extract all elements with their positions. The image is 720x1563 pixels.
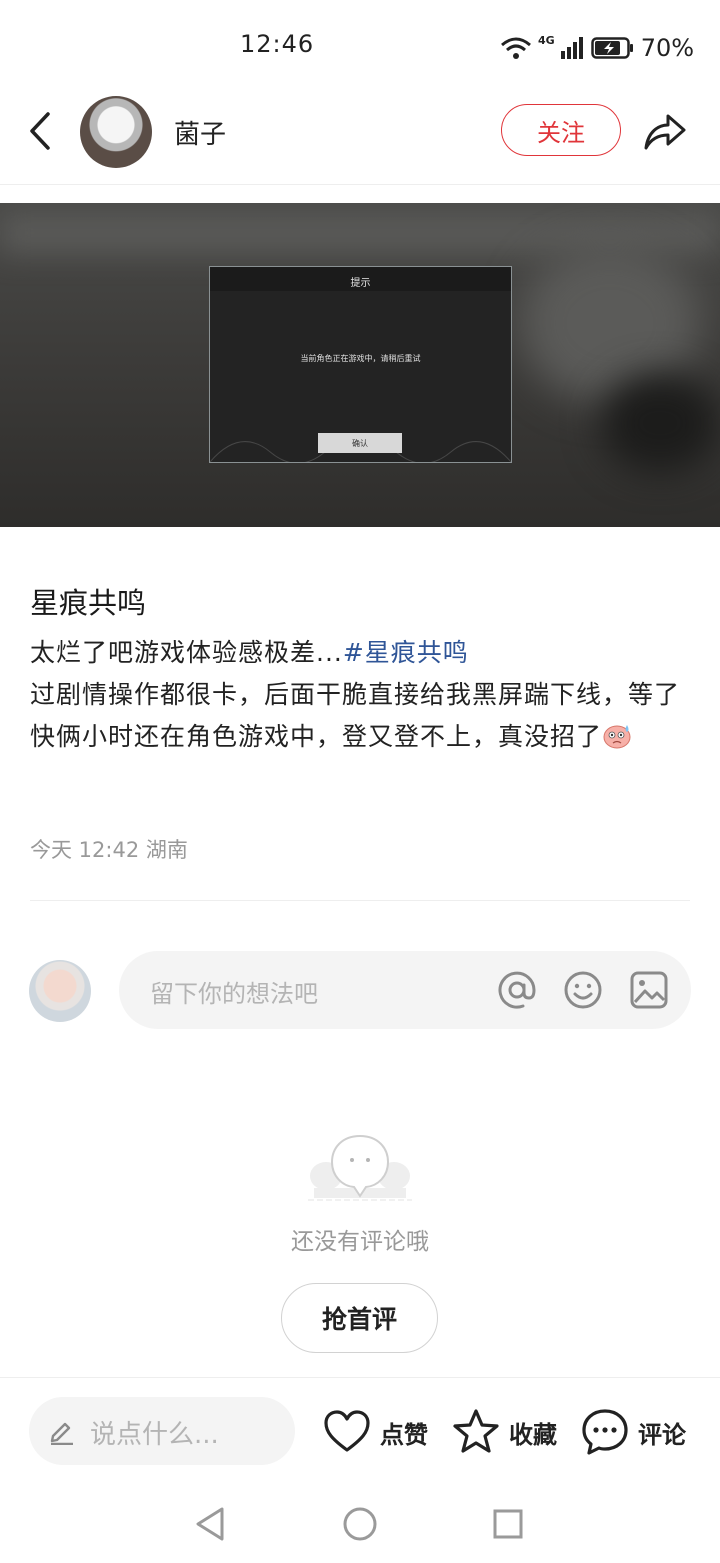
signal-icon — [560, 37, 583, 59]
image-icon — [630, 971, 668, 1009]
like-button[interactable]: 点赞 — [322, 1404, 428, 1460]
star-icon — [453, 1409, 499, 1453]
post-body: 太烂了吧游戏体验感极差...#星痕共鸣 过剧情操作都很卡，后面干脆直接给我黑屏踹… — [30, 632, 700, 758]
chevron-left-icon — [30, 112, 50, 150]
circle-home-icon — [343, 1507, 377, 1541]
square-recents-icon — [493, 1509, 523, 1539]
content-divider — [30, 900, 690, 901]
author-name[interactable]: 菌子 — [174, 114, 226, 151]
header-divider — [0, 184, 720, 185]
post-body-intro: 太烂了吧游戏体验感极差... — [30, 638, 343, 667]
network-type: 4G — [538, 33, 555, 47]
comment-label: 评论 — [638, 1420, 686, 1449]
like-label: 点赞 — [380, 1420, 428, 1449]
back-button[interactable] — [22, 108, 62, 154]
nav-recents-button[interactable] — [492, 1508, 524, 1540]
wifi-icon — [501, 37, 531, 59]
comment-placeholder: 留下你的想法吧 — [150, 980, 318, 1008]
favorite-button[interactable]: 收藏 — [451, 1404, 557, 1460]
follow-button[interactable]: 关注 — [501, 104, 621, 156]
sweat-emoji-icon — [603, 725, 631, 749]
no-comments-icon — [308, 1130, 412, 1206]
nav-home-button[interactable] — [342, 1506, 378, 1542]
post-meta: 今天 12:42 湖南 — [30, 838, 188, 862]
my-avatar — [29, 960, 91, 1022]
battery-icon — [590, 37, 633, 59]
heart-icon — [324, 1410, 370, 1452]
pencil-icon — [48, 1417, 76, 1446]
comment-button[interactable]: 评论 — [580, 1404, 686, 1460]
nav-back-button[interactable] — [192, 1505, 228, 1543]
status-time: 12:46 — [240, 30, 315, 58]
dialog-confirm-button: 确认 — [318, 433, 402, 453]
favorite-label: 收藏 — [509, 1420, 557, 1449]
post-body-text: 过剧情操作都很卡，后面干脆直接给我黑屏踹下线，等了快俩小时还在角色游戏中，登又登… — [30, 680, 681, 751]
emoji-icon — [564, 971, 602, 1009]
say-something-placeholder: 说点什么... — [90, 1420, 219, 1450]
no-comments-text: 还没有评论哦 — [291, 1229, 429, 1255]
post-hashtag[interactable]: #星痕共鸣 — [343, 638, 469, 667]
dialog-message: 当前角色正在游戏中，请稍后重试 — [300, 354, 421, 363]
mention-button[interactable] — [496, 969, 538, 1011]
triangle-back-icon — [196, 1507, 224, 1541]
status-indicators: 4G 70% — [500, 30, 694, 66]
at-icon — [498, 971, 536, 1009]
image-button[interactable] — [628, 969, 670, 1011]
comment-bubble-icon — [582, 1409, 628, 1455]
bottom-bar-divider — [0, 1377, 720, 1378]
share-button[interactable] — [640, 108, 688, 154]
post-title: 星痕共鸣 — [30, 586, 147, 620]
battery-level: 70% — [640, 34, 695, 62]
author-avatar[interactable] — [80, 96, 152, 168]
emoji-button[interactable] — [562, 969, 604, 1011]
share-arrow-icon — [644, 114, 686, 150]
dialog-title: 提示 — [350, 278, 371, 289]
game-dialog: 提示 当前角色正在游戏中，请稍后重试 确认 — [209, 266, 512, 463]
post-image[interactable]: 提示 当前角色正在游戏中，请稍后重试 确认 — [0, 203, 720, 527]
first-comment-button[interactable]: 抢首评 — [281, 1283, 438, 1353]
